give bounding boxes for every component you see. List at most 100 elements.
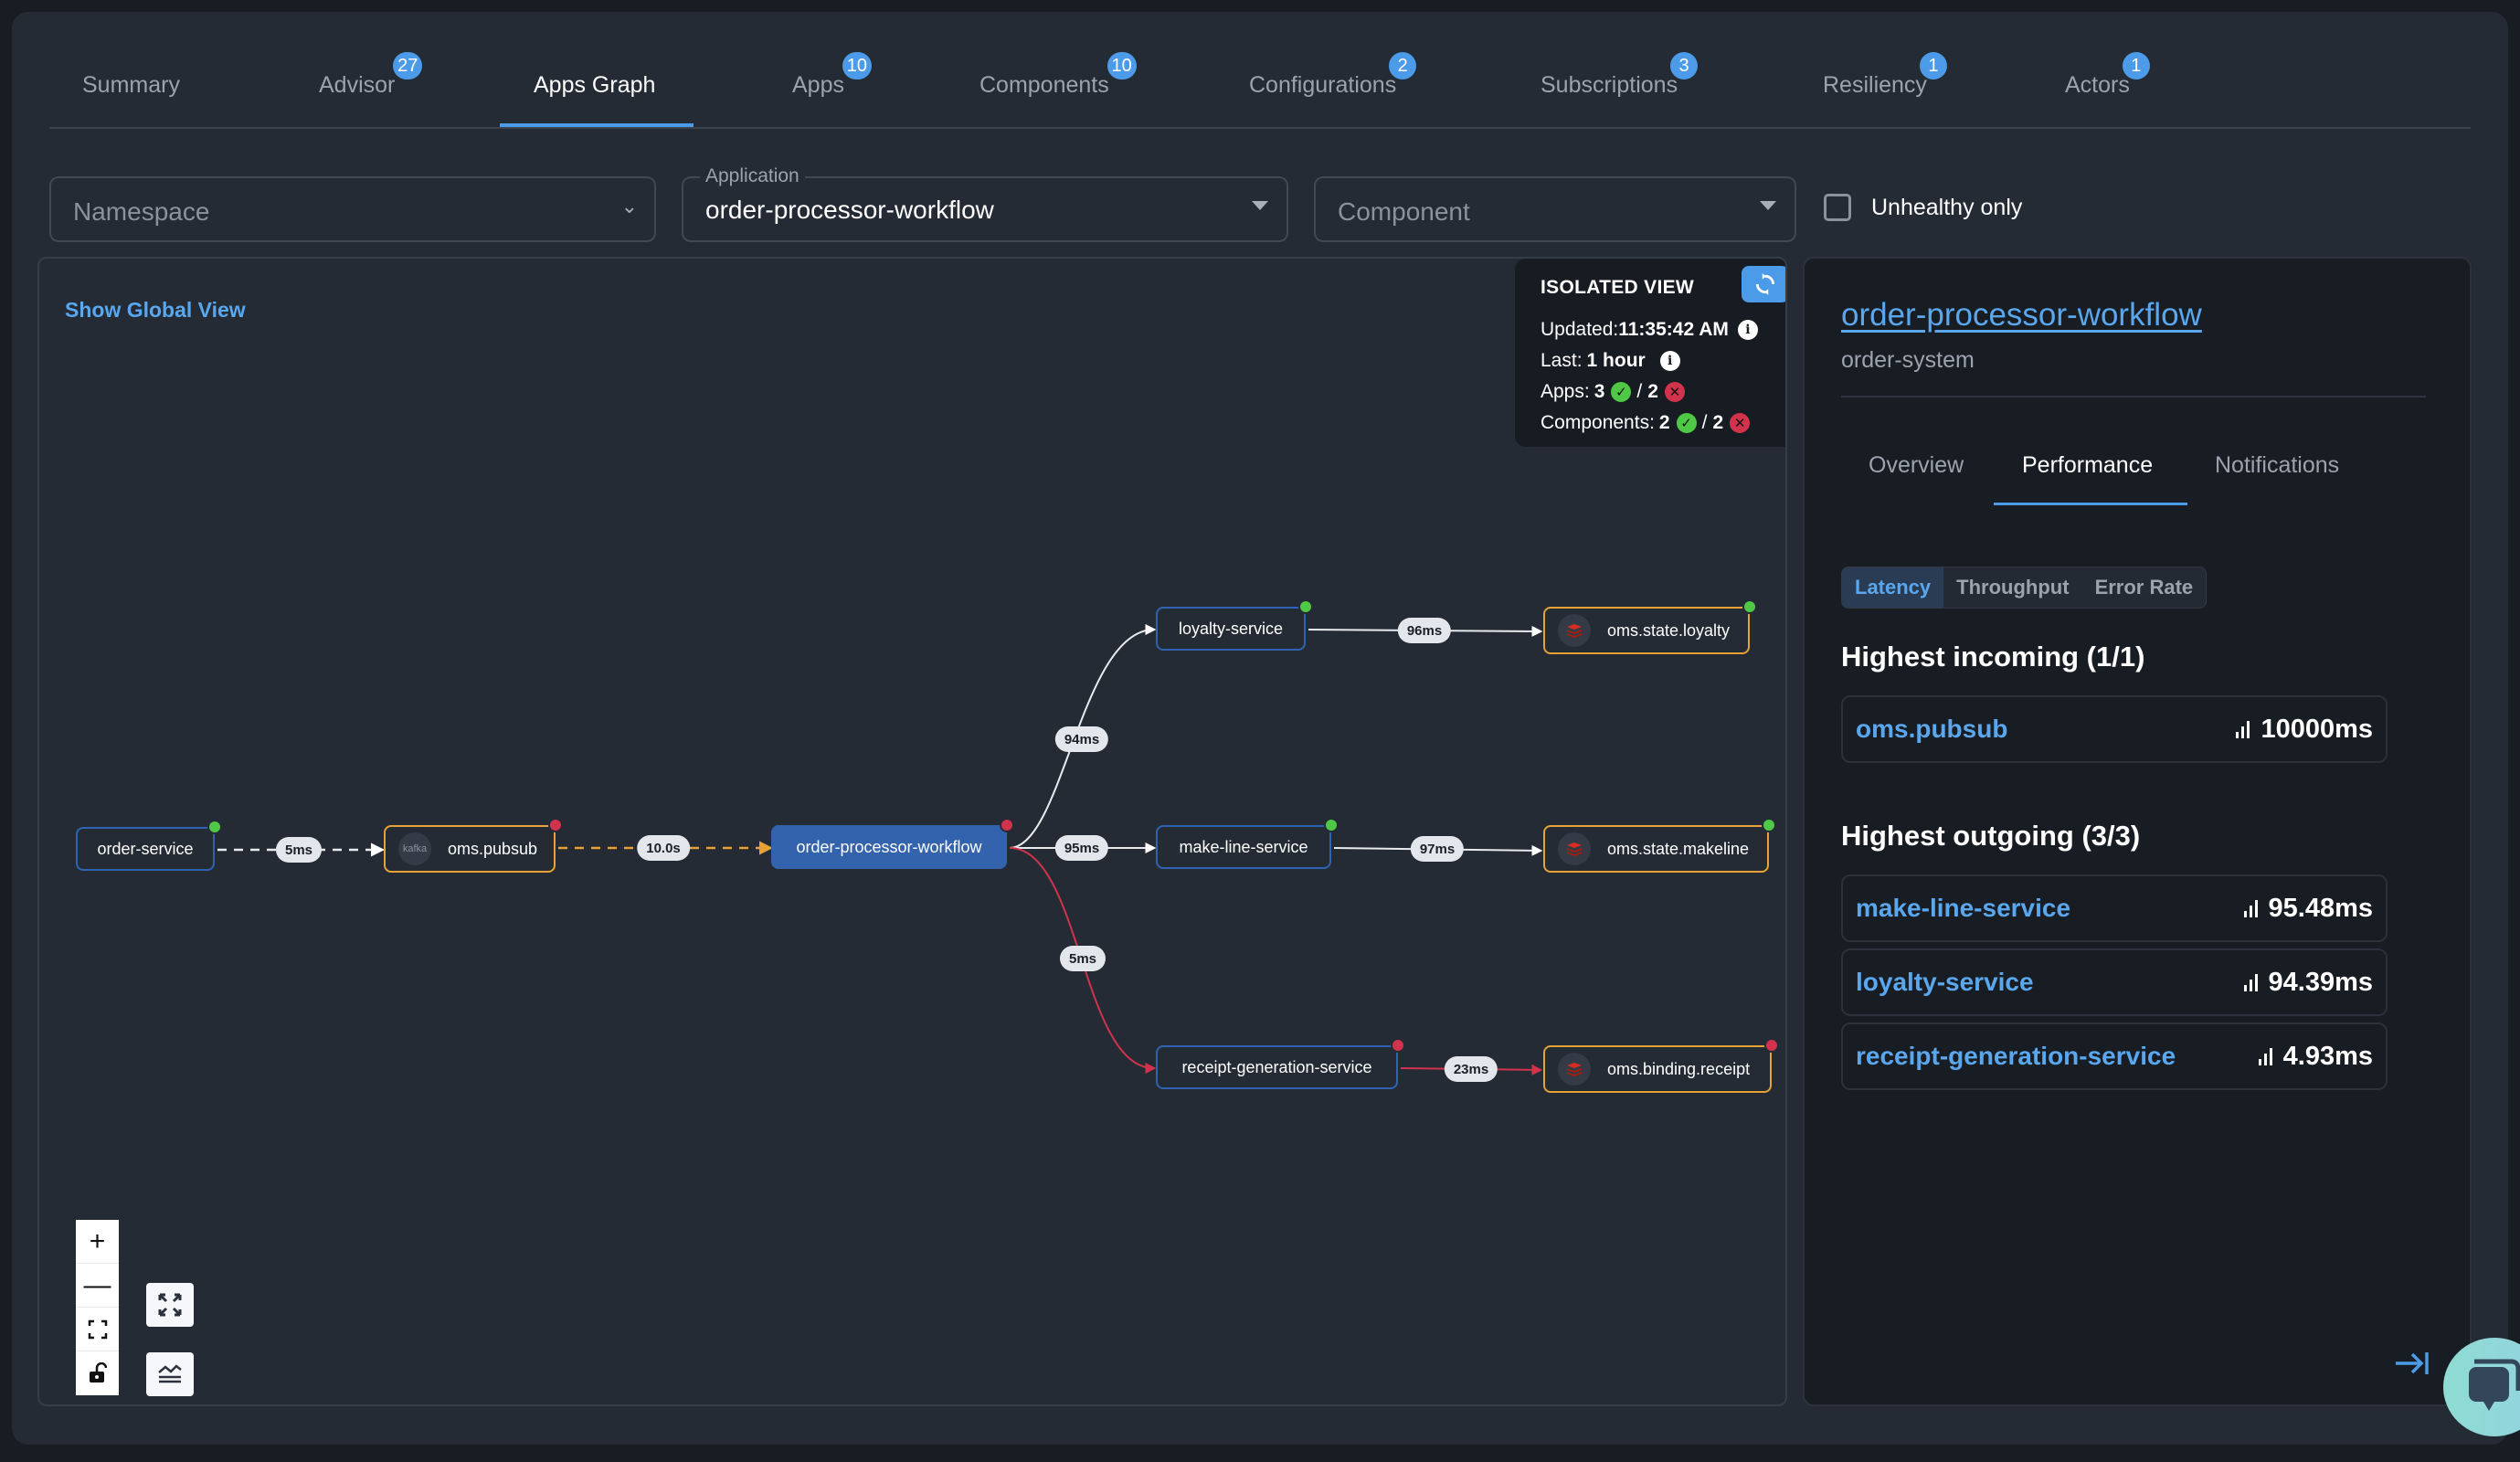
info-icon[interactable]: i <box>1659 351 1680 371</box>
tab-components[interactable]: Components 10 <box>979 52 1137 99</box>
fit-view-icon <box>88 1319 107 1339</box>
outgoing-row[interactable]: make-line-service 95.48ms <box>1841 874 2388 942</box>
redis-icon <box>1558 832 1591 865</box>
last-label: Last: <box>1541 350 1583 371</box>
refresh-icon <box>1755 273 1775 295</box>
node-oms-state-makeline[interactable]: oms.state.makeline <box>1543 818 1776 873</box>
tab-summary[interactable]: Summary <box>82 72 180 99</box>
tab-resiliency[interactable]: Resiliency 1 <box>1823 52 1947 99</box>
apps-graph-canvas[interactable]: 5ms 10.0s 94ms 95ms 5ms 96ms 97ms 23ms o… <box>37 257 1787 1406</box>
node-make-line-service[interactable]: make-line-service <box>1156 818 1339 869</box>
row-value: 4.93ms <box>2282 1041 2373 1071</box>
edge-label: 5ms <box>275 837 323 863</box>
last-value: 1 hour <box>1586 350 1646 371</box>
component-select[interactable]: Component <box>1314 176 1796 242</box>
node-label: make-line-service <box>1179 837 1308 856</box>
fit-view-button[interactable] <box>76 1308 119 1351</box>
count-badge: 3 <box>1670 52 1699 79</box>
node-oms-state-loyalty[interactable]: oms.state.loyalty <box>1543 599 1757 654</box>
count-badge: 1 <box>2122 52 2150 79</box>
expand-icon <box>158 1293 182 1317</box>
chevron-down-icon: ⌄ <box>620 195 638 217</box>
node-label: oms.pubsub <box>448 839 538 858</box>
node-oms-binding-receipt[interactable]: oms.binding.receipt <box>1543 1038 1779 1093</box>
components-label: Components: <box>1541 412 1655 433</box>
row-name[interactable]: oms.pubsub <box>1856 715 2007 744</box>
unlock-icon <box>89 1362 107 1383</box>
panel-tab-overview[interactable]: Overview <box>1869 452 1964 479</box>
tab-label: Configurations <box>1249 72 1397 98</box>
node-label: oms.state.loyalty <box>1607 620 1731 640</box>
tab-advisor[interactable]: Advisor 27 <box>319 52 423 99</box>
unhealthy-only-label: Unhealthy only <box>1871 194 2023 220</box>
redis-icon <box>1558 1053 1591 1086</box>
node-order-service[interactable]: order-service <box>76 820 222 871</box>
row-value: 10000ms <box>2261 714 2373 744</box>
lock-toggle-button[interactable] <box>76 1351 119 1395</box>
healthy-status-dot <box>1762 818 1776 832</box>
node-label: order-service <box>97 839 194 858</box>
zoom-out-button[interactable]: — <box>76 1264 119 1308</box>
x-circle-icon: ✕ <box>1730 413 1751 433</box>
signal-bars-icon <box>2236 720 2250 738</box>
tab-configurations[interactable]: Configurations 2 <box>1249 52 1417 99</box>
application-value: order-processor-workflow <box>705 196 994 224</box>
isolated-view-title: ISOLATED VIEW <box>1541 277 1695 298</box>
layout-button[interactable] <box>146 1352 194 1396</box>
outgoing-row[interactable]: loyalty-service 94.39ms <box>1841 948 2388 1016</box>
outgoing-heading: Highest outgoing (3/3) <box>1841 820 2141 852</box>
namespace-select[interactable]: Namespace ⌄ <box>49 176 656 242</box>
app-namespace: order-system <box>1841 347 1975 373</box>
collapse-panel-button[interactable] <box>2394 1351 2430 1381</box>
application-select[interactable]: Application order-processor-workflow <box>682 165 1288 242</box>
outgoing-row[interactable]: receipt-generation-service 4.93ms <box>1841 1022 2388 1090</box>
row-name[interactable]: make-line-service <box>1856 894 2070 923</box>
zoom-in-button[interactable]: + <box>76 1220 119 1264</box>
divider <box>1841 396 2426 397</box>
tab-label: Advisor <box>319 72 396 98</box>
unhealthy-only-checkbox[interactable] <box>1824 194 1851 221</box>
metric-toggle: Latency Throughput Error Rate <box>1841 567 2208 609</box>
healthy-status-dot <box>1742 599 1757 614</box>
edge-label: 10.0s <box>637 835 690 861</box>
show-global-view-link[interactable]: Show Global View <box>65 298 246 323</box>
redis-icon <box>1558 614 1591 647</box>
node-order-processor-workflow[interactable]: order-processor-workflow <box>771 818 1014 869</box>
app-title-link[interactable]: order-processor-workflow <box>1841 297 2202 334</box>
node-receipt-generation-service[interactable]: receipt-generation-service <box>1156 1038 1405 1089</box>
active-tab-indicator <box>500 123 694 127</box>
tab-subscriptions[interactable]: Subscriptions 3 <box>1541 52 1699 99</box>
refresh-button[interactable] <box>1742 266 1785 302</box>
check-circle-icon: ✓ <box>1676 413 1697 433</box>
components-healthy-count: 2 <box>1658 412 1670 433</box>
edge-label: 5ms <box>1059 946 1106 971</box>
node-loyalty-service[interactable]: loyalty-service <box>1156 599 1313 651</box>
tab-apps-graph[interactable]: Apps Graph <box>534 72 655 99</box>
metric-throughput[interactable]: Throughput <box>1943 567 2081 608</box>
node-oms-pubsub[interactable]: kafka oms.pubsub <box>384 818 563 873</box>
metric-latency[interactable]: Latency <box>1842 567 1944 608</box>
count-badge: 27 <box>393 52 423 79</box>
info-icon[interactable]: i <box>1737 320 1758 340</box>
row-name[interactable]: loyalty-service <box>1856 968 2034 997</box>
tab-actors[interactable]: Actors 1 <box>2065 52 2150 99</box>
node-label: order-processor-workflow <box>796 837 982 856</box>
metric-error-rate[interactable]: Error Rate <box>2082 567 2207 608</box>
count-badge: 10 <box>1106 52 1137 79</box>
separator: / <box>1636 381 1643 402</box>
plus-icon: + <box>89 1225 106 1256</box>
row-name[interactable]: receipt-generation-service <box>1856 1042 2176 1071</box>
panel-tab-performance[interactable]: Performance <box>2022 452 2153 479</box>
edge-label: 94ms <box>1054 726 1109 752</box>
incoming-row[interactable]: oms.pubsub 10000ms <box>1841 695 2388 763</box>
component-placeholder: Component <box>1338 197 1470 226</box>
tab-apps[interactable]: Apps 10 <box>792 52 872 99</box>
zoom-controls: + — <box>76 1220 119 1395</box>
updated-label: Updated: <box>1541 319 1619 340</box>
unhealthy-only-toggle[interactable]: Unhealthy only <box>1824 194 2022 221</box>
fullscreen-button[interactable] <box>146 1283 194 1327</box>
panel-tab-notifications[interactable]: Notifications <box>2215 452 2339 479</box>
row-value: 95.48ms <box>2268 893 2374 923</box>
unhealthy-status-dot <box>1764 1038 1779 1053</box>
separator: / <box>1701 412 1708 433</box>
